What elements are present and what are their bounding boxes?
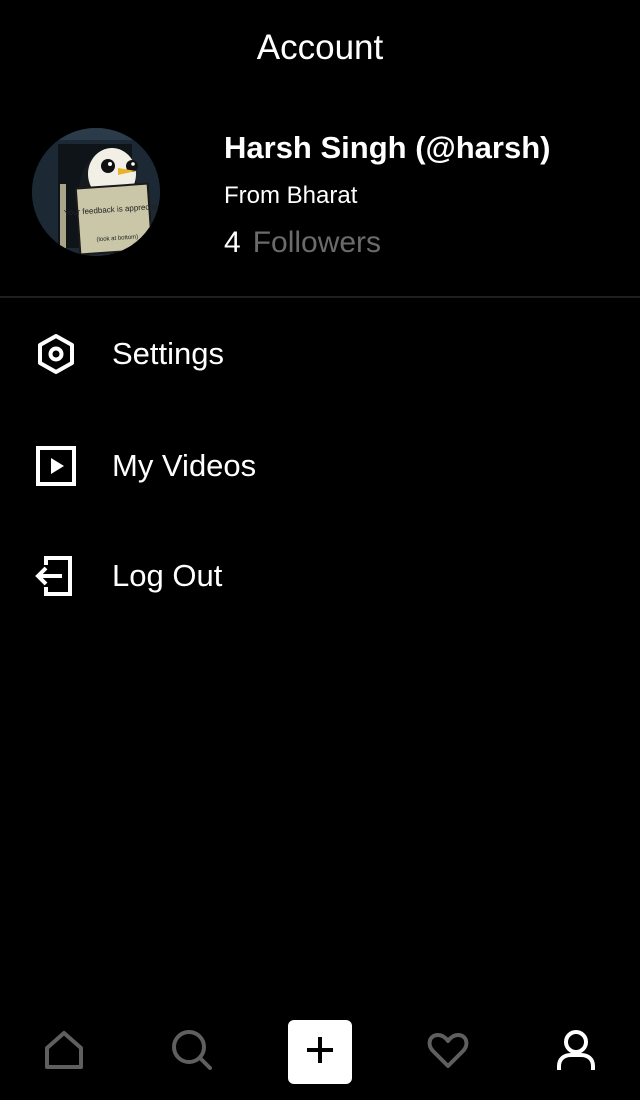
search-icon bbox=[170, 1028, 214, 1077]
settings-icon bbox=[32, 330, 80, 378]
followers-label: Followers bbox=[252, 226, 382, 259]
app-header: Account bbox=[0, 0, 640, 96]
page-title: Account bbox=[256, 27, 384, 67]
menu-label-settings: Settings bbox=[112, 336, 225, 371]
nav-home-button[interactable] bbox=[32, 1020, 96, 1084]
heart-icon bbox=[426, 1028, 470, 1077]
menu-label-my-videos: My Videos bbox=[112, 448, 257, 483]
home-icon bbox=[42, 1028, 86, 1077]
avatar-image: Your feedback is appreciated (look at bo… bbox=[32, 128, 160, 256]
menu-item-my-videos[interactable]: My Videos bbox=[0, 426, 640, 506]
nav-activity-button[interactable] bbox=[416, 1020, 480, 1084]
menu-item-settings[interactable]: Settings bbox=[0, 314, 640, 394]
plus-icon bbox=[303, 1033, 337, 1072]
menu-label-log-out: Log Out bbox=[112, 558, 223, 593]
nav-create-button[interactable] bbox=[288, 1020, 352, 1084]
user-name: Harsh Singh (@harsh) bbox=[224, 130, 551, 165]
nav-search-button[interactable] bbox=[160, 1020, 224, 1084]
nav-profile-button[interactable] bbox=[544, 1020, 608, 1084]
profile-section: Your feedback is appreciated (look at bo… bbox=[0, 96, 640, 296]
divider bbox=[0, 296, 640, 298]
logout-icon bbox=[32, 552, 80, 600]
menu-item-log-out[interactable]: Log Out bbox=[0, 536, 640, 616]
user-icon bbox=[554, 1028, 598, 1077]
bottom-nav bbox=[0, 1004, 640, 1100]
followers-count: 4 bbox=[224, 226, 241, 259]
followers-link[interactable]: 4 Followers bbox=[224, 226, 381, 260]
user-location: From Bharat bbox=[224, 182, 358, 209]
video-icon bbox=[32, 442, 80, 490]
avatar[interactable]: Your feedback is appreciated (look at bo… bbox=[32, 128, 160, 256]
